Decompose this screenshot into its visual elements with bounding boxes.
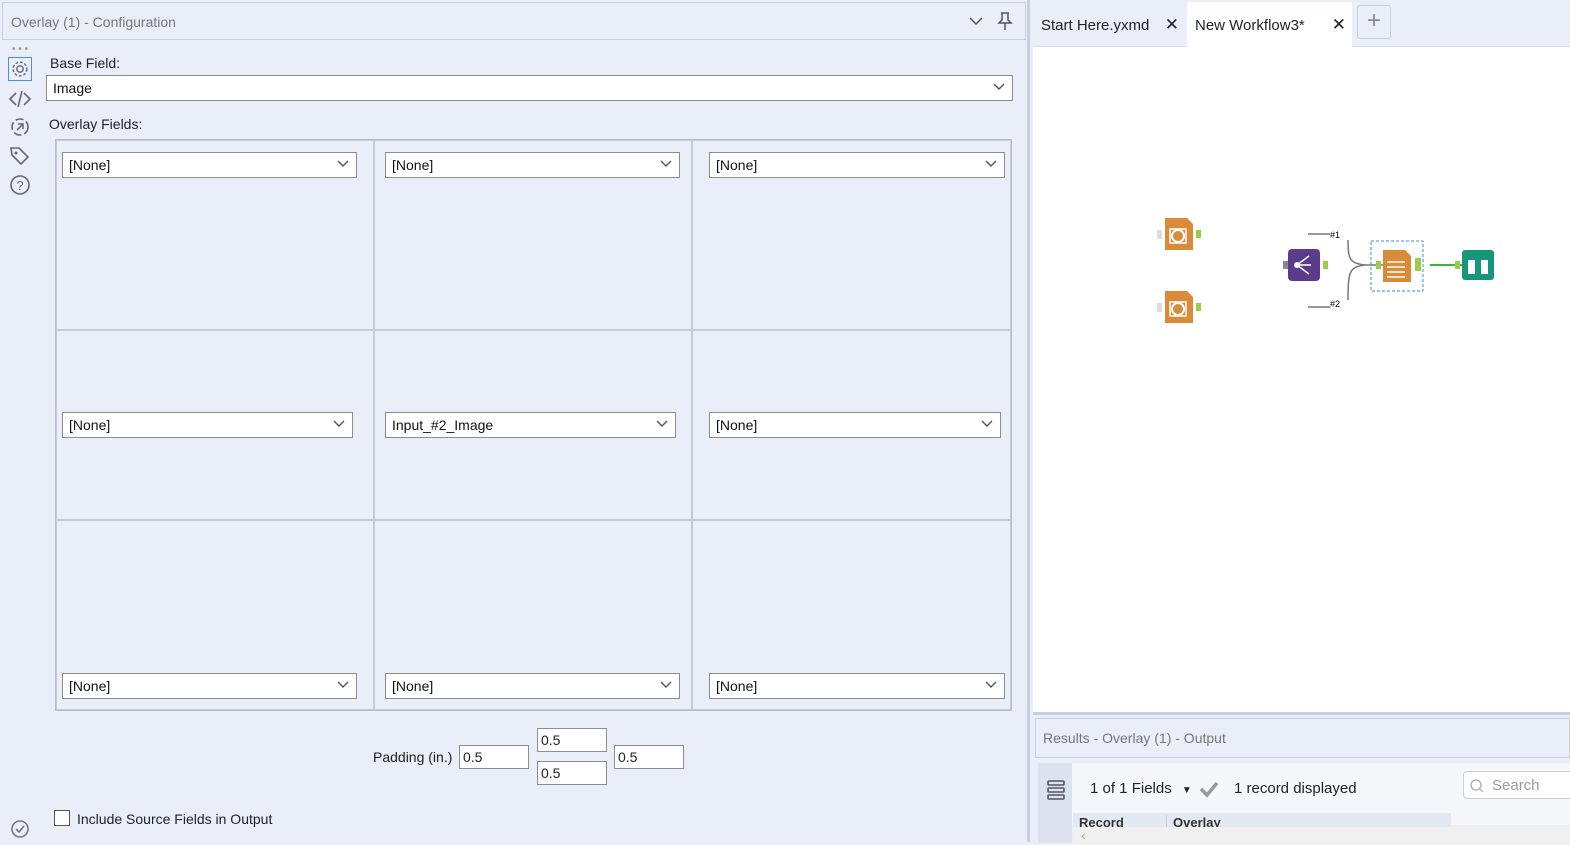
overlay-bottom-right-select[interactable]: [None] (709, 673, 1005, 699)
panel-header: Overlay (1) - Configuration (2, 2, 1026, 40)
results-table-header: Record Overlay (1073, 813, 1451, 827)
annotation-icon[interactable] (8, 115, 32, 139)
records-status: 1 record displayed (1234, 780, 1357, 797)
tab-start-here[interactable]: Start Here.yxmd ✕ (1033, 2, 1185, 47)
tab-label: New Workflow3* (1195, 17, 1305, 34)
close-icon[interactable]: ✕ (1165, 15, 1179, 35)
overlay-top-left-select[interactable]: [None] (62, 152, 357, 178)
chevron-down-icon (985, 681, 997, 688)
chevron-down-icon (660, 681, 672, 688)
add-tab-button[interactable]: + (1357, 5, 1391, 39)
overlay-middle-left-select[interactable]: [None] (62, 412, 353, 438)
padding-bottom-input[interactable]: 0.5 (537, 761, 607, 785)
search-input[interactable]: Search (1463, 771, 1570, 799)
caret-down-icon: ▼ (1181, 785, 1192, 796)
connection-label-2: #2 (1330, 299, 1340, 309)
select-value: Input_#2_Image (392, 417, 494, 433)
results-header: Results - Overlay (1) - Output (1035, 718, 1570, 758)
padding-left-input[interactable]: 0.5 (459, 745, 529, 769)
chevron-down-icon (333, 420, 345, 427)
column-overlay[interactable]: Overlay (1166, 815, 1221, 827)
workflow-tabs: Start Here.yxmd ✕ New Workflow3* ✕ + (1033, 0, 1570, 48)
fields-dropdown[interactable]: 1 of 1 Fields ▼ (1090, 780, 1192, 797)
chevron-down-icon (337, 681, 349, 688)
base-field-label: Base Field: (50, 55, 121, 71)
select-value: [None] (69, 678, 111, 694)
chevron-down-icon (337, 160, 349, 167)
chevron-down-icon (993, 83, 1005, 90)
select-value: [None] (69, 157, 111, 173)
chevron-down-icon (656, 420, 668, 427)
chevron-down-icon (981, 420, 993, 427)
padding-top-input[interactable]: 0.5 (537, 728, 607, 752)
overlay-top-right-select[interactable]: [None] (709, 152, 1005, 178)
chevron-down-icon (660, 160, 672, 167)
list-view-icon[interactable] (1047, 779, 1065, 801)
code-icon[interactable] (8, 87, 32, 111)
overlay-bottom-center-select[interactable]: [None] (385, 673, 680, 699)
image-input-tool-2[interactable] (1157, 291, 1201, 323)
fields-label: 1 of 1 Fields (1090, 780, 1172, 797)
overlay-tool-selected[interactable] (1370, 240, 1424, 292)
configuration-panel: Overlay (1) - Configuration • • • ? Base… (0, 0, 1030, 842)
horizontal-scrollbar[interactable]: ‹ (1073, 827, 1570, 845)
select-value: [None] (69, 417, 111, 433)
image-input-tool-1[interactable] (1157, 218, 1201, 250)
column-record[interactable]: Record (1079, 815, 1124, 827)
include-source-checkbox[interactable] (54, 810, 70, 826)
check-circle-icon (11, 820, 29, 838)
chevron-down-icon (985, 160, 997, 167)
union-tool[interactable] (1283, 249, 1328, 281)
base-field-value: Image (53, 80, 92, 96)
results-panel: Results - Overlay (1) - Output 1 of 1 Fi… (1033, 712, 1570, 845)
base-field-select[interactable]: Image (46, 75, 1013, 101)
overlay-bottom-left-select[interactable]: [None] (62, 673, 357, 699)
select-value: [None] (392, 157, 434, 173)
help-icon[interactable]: ? (8, 173, 32, 197)
workflow-diagram: #1 #2 (1157, 218, 1494, 323)
overlay-center-select[interactable]: Input_#2_Image (385, 412, 676, 438)
gear-icon[interactable] (8, 57, 32, 81)
svg-text:?: ? (16, 178, 23, 193)
select-value: [None] (716, 678, 758, 694)
panel-title: Overlay (1) - Configuration (11, 14, 176, 30)
more-dots: • • • (12, 44, 29, 55)
checkmark-icon (1199, 781, 1219, 798)
close-icon[interactable]: ✕ (1332, 15, 1346, 35)
include-source-label: Include Source Fields in Output (77, 811, 273, 827)
chevron-down-icon[interactable] (969, 16, 983, 26)
results-sidebar (1038, 763, 1072, 843)
overlay-middle-right-select[interactable]: [None] (709, 412, 1001, 438)
tab-label: Start Here.yxmd (1041, 17, 1150, 34)
padding-right-input[interactable]: 0.5 (614, 745, 684, 769)
pin-icon[interactable] (997, 11, 1013, 31)
tab-new-workflow3[interactable]: New Workflow3* ✕ (1187, 2, 1352, 48)
overlay-fields-label: Overlay Fields: (49, 116, 143, 132)
select-value: [None] (716, 417, 758, 433)
tag-icon[interactable] (8, 144, 32, 168)
select-value: [None] (716, 157, 758, 173)
search-icon (1470, 779, 1484, 793)
search-placeholder: Search (1492, 777, 1540, 794)
padding-label: Padding (in.) (373, 749, 453, 765)
select-value: [None] (392, 678, 434, 694)
connection-label-1: #1 (1330, 230, 1340, 240)
overlay-top-center-select[interactable]: [None] (385, 152, 680, 178)
